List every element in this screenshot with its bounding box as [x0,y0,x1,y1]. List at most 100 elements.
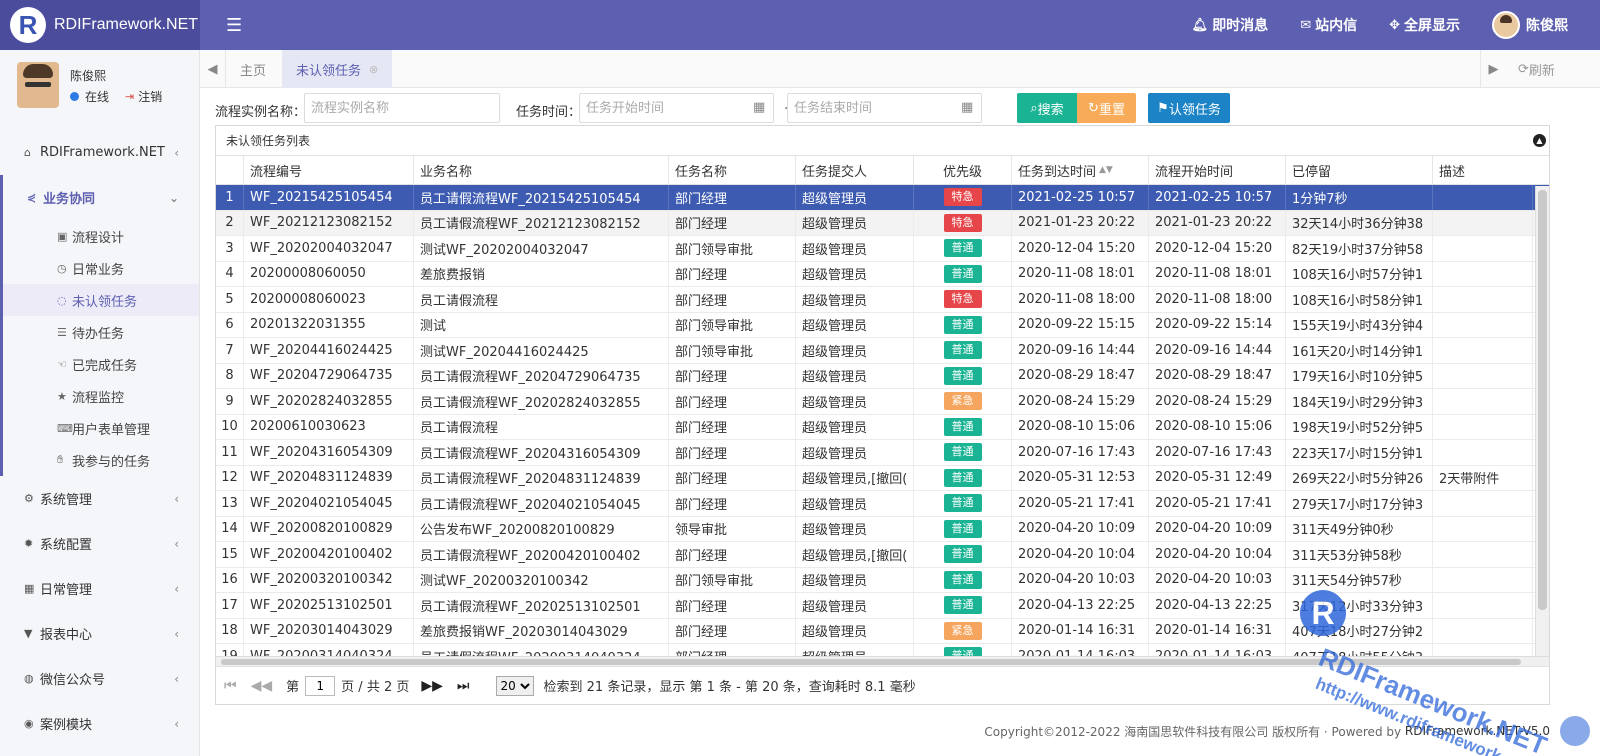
priority-badge: 普通 [943,315,982,334]
messages-link[interactable]: 🔔︎ 即时消息 [1192,15,1269,35]
table-row[interactable]: 8 WF_20204729064735 员工请假流程WF_2020472906473… [216,363,1549,389]
sidebar-item-system-config[interactable]: ✹ 系统配置 ‹ [0,521,199,566]
collapse-icon[interactable]: ▲ [1533,134,1546,147]
claim-task-button[interactable]: ⚑ 认领任务 [1148,93,1230,123]
table-row[interactable]: 13 WF_20204021054045 员工请假流程WF_202040210540… [216,491,1549,517]
chat-bubble-icon[interactable] [1560,716,1590,746]
menu-toggle-icon[interactable]: ☰ [226,15,242,36]
sidebar-item-unclaimed-tasks[interactable]: ◌ 未认领任务 [3,284,199,316]
sidebar-item-cases[interactable]: ◉ 案例模块 ‹ [0,701,199,746]
sidebar-item-reports[interactable]: ▼ 报表中心 ‹ [0,611,199,656]
reset-button[interactable]: ↻ 重置 [1077,93,1136,123]
table-row[interactable]: 6 20201322031355 测试 部门领导审批 超级管理员 普通 2020-09-22… [216,312,1549,338]
row-number: 8 [216,363,244,388]
sidebar-item-user-form[interactable]: ⌨ 用户表单管理 [3,412,199,444]
header-start-time[interactable]: 流程开始时间 [1149,156,1286,184]
sidebar-item-wechat[interactable]: ◍ 微信公众号 ‹ [0,656,199,701]
table-row[interactable]: 18 WF_20203014043029 差旅费报销WF_2020301404302… [216,618,1549,644]
tab-home[interactable]: 主页 [226,50,280,88]
last-page-icon[interactable]: ⏭ [457,678,470,694]
sidebar-item-my-tasks[interactable]: ✋︎ 我参与的任务 [3,444,199,476]
sidebar-item-todo-tasks[interactable]: ☰ 待办任务 [3,316,199,348]
user-menu[interactable]: 陈俊熙 [1492,11,1568,39]
priority-badge: 紧急 [943,621,982,640]
table-row[interactable]: 1 WF_20215425105454 员工请假流程WF_2021542510545… [216,185,1549,211]
header-priority[interactable]: 优先级 [914,156,1012,184]
logo[interactable]: R RDIFramework.NET [0,0,200,50]
end-time-input[interactable] [787,93,982,123]
table-row[interactable]: 3 WF_20202004032047 测试WF_20202004032047 部门领… [216,236,1549,262]
cell-arrive-time: 2020-04-20 10:03 [1012,567,1149,592]
cell-stay: 32天14小时36分钟38 [1286,210,1433,235]
table-row[interactable]: 2 WF_20212123082152 员工请假流程WF_2021212308215… [216,210,1549,236]
table-row[interactable]: 16 WF_20200320100342 测试WF_20200320100342 部门… [216,567,1549,593]
sidebar-item-label: 日常管理 [40,583,93,598]
tab-unclaimed-tasks[interactable]: 未认领任务 ⊗ [282,50,393,88]
close-icon[interactable]: ⊗ [369,63,378,76]
cell-arrive-time: 2020-08-24 15:29 [1012,389,1149,414]
page-suffix: 页 / 共 2 页 [341,680,410,695]
header-process-code[interactable]: 流程编号 [244,156,414,184]
tab-scroll-left-icon[interactable]: ◀ [200,50,226,88]
header-stay[interactable]: 已停留 [1286,156,1433,184]
row-number: 10 [216,414,244,439]
scroll-thumb[interactable] [1538,190,1547,610]
sidebar-item-rdiframework[interactable]: ⌂ RDIFramework.NET ‹ [0,130,199,175]
table-row[interactable]: 9 WF_20202824032855 员工请假流程WF_2020282403285… [216,389,1549,415]
table-row[interactable]: 19WF_20200314040324员工请假流程WF_202003140403… [216,644,1549,656]
next-page-icon[interactable]: ▶▶ [421,678,443,694]
header-task-name[interactable]: 任务名称 [669,156,796,184]
cell-priority: 普通 [914,363,1012,388]
sidebar-item-process-monitor[interactable]: ★ 流程监控 [3,380,199,412]
sidebar-item-system-admin[interactable]: ⚙ 系统管理 ‹ [0,476,199,521]
vertical-scrollbar[interactable] [1535,186,1549,656]
table-row[interactable]: 7 WF_20204416024425 测试WF_20204416024425 部门领… [216,338,1549,364]
sidebar-item-label: 待办任务 [72,326,125,342]
table-row[interactable]: 11 WF_20204316054309 员工请假流程WF_202043160543… [216,440,1549,466]
cell-priority: 特急 [914,287,1012,312]
mail-link[interactable]: ✉ 站内信 [1300,15,1357,35]
table-row[interactable]: 14 WF_20200820100829 公告发布WF_20200820100829… [216,516,1549,542]
cell-start-time: 2020-08-29 18:47 [1149,363,1286,388]
cell-business-name: 员工请假流程WF_20204729064735 [414,363,669,388]
fullscreen-link[interactable]: ✥ 全屏显示 [1389,15,1460,35]
page-size-select[interactable]: 20 [495,675,534,696]
header-arrive-time[interactable]: 任务到达时间 ▲▼ [1012,156,1149,184]
sidebar-item-completed-tasks[interactable]: ☜ 已完成任务 [3,348,199,380]
sign-out-icon[interactable]: ⇥ [125,90,134,103]
instance-name-input[interactable] [304,93,500,123]
prev-page-icon[interactable]: ◀◀ [251,678,273,694]
sidebar-item-label: 已完成任务 [72,358,138,374]
sidebar-item-daily-admin[interactable]: ▦ 日常管理 ‹ [0,566,199,611]
sidebar-item-workflow[interactable]: ⋞ 业务协同 ⌄ [3,175,199,220]
user-name: 陈俊熙 [70,69,107,83]
logout-link[interactable]: 注销 [138,88,162,105]
row-number: 7 [216,338,244,363]
first-page-icon[interactable]: ⏮ [224,678,237,694]
header-submitter[interactable]: 任务提交人 [796,156,914,184]
cell-business-name: 测试WF_20200320100342 [414,567,669,592]
cell-stay: 317天12小时33分钟3 [1286,593,1433,618]
table-row[interactable]: 17 WF_20202513102501 员工请假流程WF_202025131025… [216,593,1549,619]
calendar-icon[interactable]: ▦ [753,100,765,115]
footer: Copyright©2012-2022 海南国思软件科技有限公司 版权所有 · … [200,706,1600,756]
page-number-input[interactable] [305,675,336,696]
sidebar-item-process-design[interactable]: ▣ 流程设计 [3,220,199,252]
scroll-thumb[interactable] [221,659,1521,665]
search-button[interactable]: ⌕ 搜索 [1017,93,1077,123]
horizontal-scrollbar[interactable] [216,656,1549,666]
table-row[interactable]: 12 WF_20204831124839 员工请假流程WF_202048311248… [216,465,1549,491]
refresh-button[interactable]: ⟳ 刷新 [1518,50,1555,88]
table-row[interactable]: 4 20200008060050 差旅费报销 部门经理 超级管理员 普通 2020-11-0… [216,261,1549,287]
tab-scroll-right-icon[interactable]: ▶ [1480,50,1506,88]
sidebar-item-daily-business[interactable]: ◷ 日常业务 [3,252,199,284]
header-description[interactable]: 描述 [1433,156,1533,184]
cell-submitter: 超级管理员 [796,261,914,286]
table-row[interactable]: 15 WF_20200420100402 员工请假流程WF_202004201004… [216,542,1549,568]
table-row[interactable]: 10 20200610030623 员工请假流程 部门经理 超级管理员 普通 2020-08… [216,414,1549,440]
table-row[interactable]: 5 20200008060023 员工请假流程 部门经理 超级管理员 特急 2020-11-… [216,287,1549,313]
calendar-icon[interactable]: ▦ [961,100,973,115]
start-time-input[interactable] [579,93,774,123]
header-business-name[interactable]: 业务名称 [414,156,669,184]
tab-label: 未认领任务 [296,63,362,79]
